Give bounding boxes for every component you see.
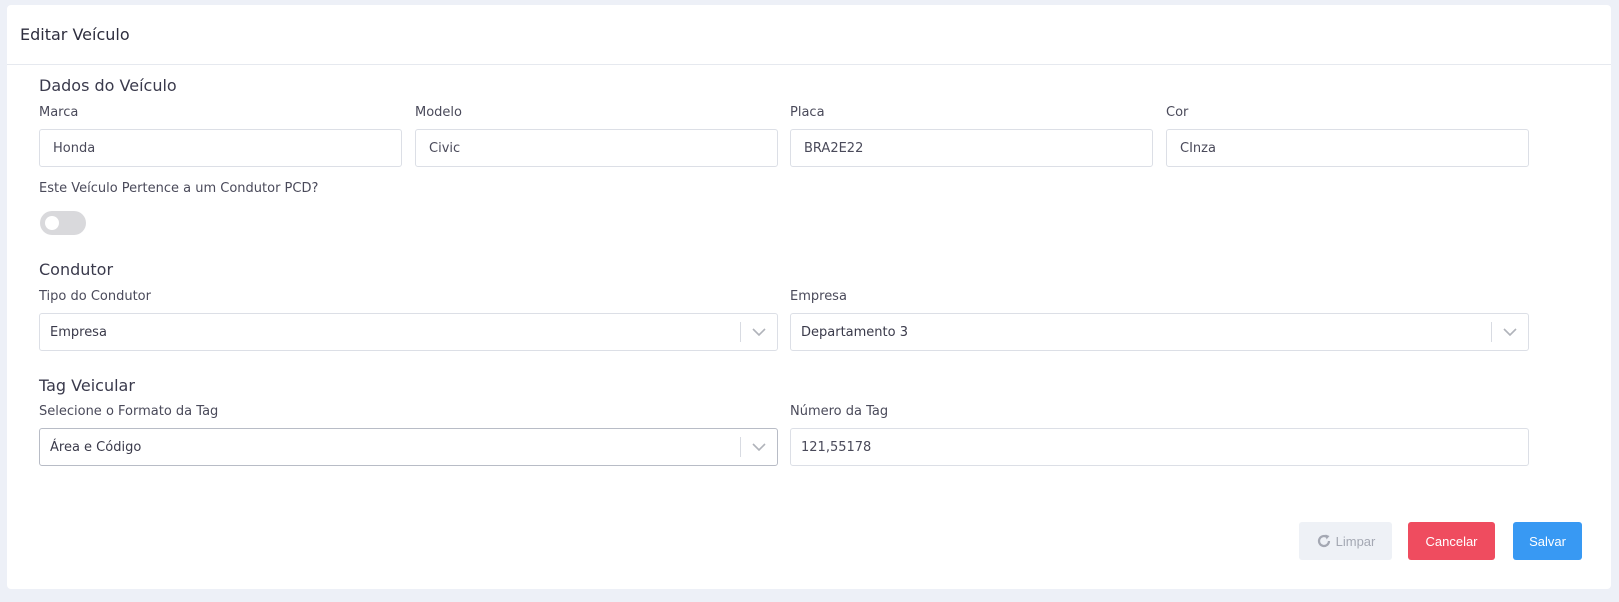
color-label: Cor: [1166, 105, 1189, 120]
company-select[interactable]: Departamento 3: [790, 313, 1529, 351]
tag-number-value: 121,55178: [801, 439, 872, 455]
plate-input-value: BRA2E22: [804, 140, 864, 156]
edit-vehicle-card: Editar Veículo Dados do Veículo Marca Ho…: [7, 5, 1611, 589]
brand-input-value: Honda: [53, 140, 96, 156]
clear-button[interactable]: Limpar: [1299, 522, 1392, 560]
color-input[interactable]: CInza: [1166, 129, 1529, 167]
color-input-value: CInza: [1180, 140, 1216, 156]
pcd-toggle[interactable]: [40, 211, 86, 235]
driver-type-select[interactable]: Empresa: [39, 313, 778, 351]
save-button-label: Salvar: [1529, 533, 1566, 549]
tag-number-input[interactable]: 121,55178: [790, 428, 1529, 466]
tag-format-value: Área e Código: [50, 439, 142, 455]
driver-section-title: Condutor: [39, 260, 114, 279]
pcd-label: Este Veículo Pertence a um Condutor PCD?: [39, 181, 319, 196]
plate-input[interactable]: BRA2E22: [790, 129, 1153, 167]
chevron-down-icon[interactable]: [741, 314, 777, 350]
driver-type-label: Tipo do Condutor: [39, 289, 151, 304]
vehicle-section-title: Dados do Veículo: [39, 76, 177, 95]
model-input-value: Civic: [429, 140, 461, 156]
brand-label: Marca: [39, 105, 79, 120]
chevron-down-icon[interactable]: [1492, 314, 1528, 350]
refresh-icon: [1317, 534, 1330, 548]
cancel-button-label: Cancelar: [1425, 533, 1478, 549]
clear-button-label: Limpar: [1335, 533, 1376, 549]
plate-label: Placa: [790, 105, 825, 120]
tag-number-label: Número da Tag: [790, 404, 889, 419]
brand-input[interactable]: Honda: [39, 129, 402, 167]
tag-format-label: Selecione o Formato da Tag: [39, 404, 219, 419]
cancel-button[interactable]: Cancelar: [1408, 522, 1495, 560]
model-input[interactable]: Civic: [415, 129, 778, 167]
model-label: Modelo: [415, 105, 462, 120]
toggle-knob: [45, 216, 59, 230]
save-button[interactable]: Salvar: [1513, 522, 1582, 560]
page-title: Editar Veículo: [20, 25, 130, 44]
company-value: Departamento 3: [801, 324, 908, 340]
chevron-down-icon[interactable]: [741, 429, 777, 465]
tag-format-select[interactable]: Área e Código: [39, 428, 778, 466]
card-header: Editar Veículo: [7, 5, 1611, 65]
tag-section-title: Tag Veicular: [39, 376, 135, 395]
driver-type-value: Empresa: [50, 324, 107, 340]
company-label: Empresa: [790, 289, 847, 304]
